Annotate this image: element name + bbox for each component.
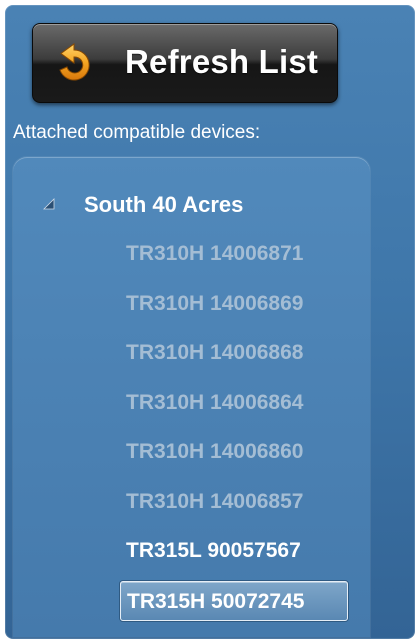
device-list-item[interactable]: TR310H 14006864 — [120, 383, 348, 423]
attached-devices-heading: Attached compatible devices: — [13, 122, 261, 143]
device-list-item[interactable]: TR310H 14006857 — [120, 482, 348, 522]
device-list-item[interactable]: TR310H 14006868 — [120, 333, 348, 373]
device-list-item[interactable]: TR315L 90057567 — [120, 531, 348, 571]
device-list-item[interactable]: TR310H 14006860 — [120, 432, 348, 472]
device-list-item[interactable]: TR310H 14006871 — [120, 234, 348, 274]
refresh-list-button[interactable]: Refresh List — [32, 23, 338, 103]
tree-expanded-triangle-icon[interactable] — [42, 197, 56, 211]
device-list-item-selected[interactable]: TR315H 50072745 — [120, 580, 348, 621]
refresh-arrow-icon — [59, 43, 90, 81]
tree-group-south-40-acres[interactable]: South 40 Acres — [84, 192, 243, 218]
device-list-item[interactable]: TR310H 14006869 — [120, 284, 348, 324]
refresh-list-label: Refresh List — [125, 43, 319, 80]
